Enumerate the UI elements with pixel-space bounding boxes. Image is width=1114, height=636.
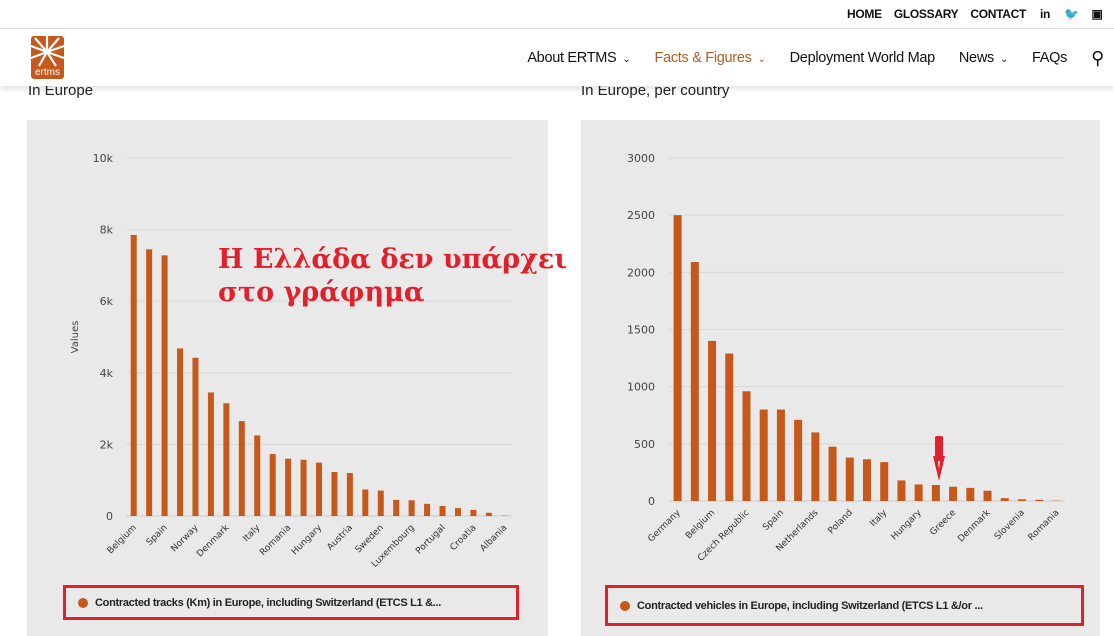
x-tick-label: Italy bbox=[868, 508, 889, 529]
legend-label: Contracted tracks (Km) in Europe, includ… bbox=[95, 596, 442, 609]
bar bbox=[880, 462, 889, 501]
chevron-down-icon: ⌄ bbox=[757, 54, 766, 65]
bar bbox=[914, 484, 923, 501]
bar bbox=[1035, 499, 1044, 501]
x-tick-label: Slovenia bbox=[993, 508, 1027, 542]
search-icon[interactable]: ⚲ bbox=[1091, 48, 1104, 69]
logo-text: ertms bbox=[35, 67, 60, 78]
y-tick-label: 3000 bbox=[627, 152, 655, 165]
x-tick-label: Belgium bbox=[684, 508, 717, 541]
bar bbox=[897, 480, 906, 501]
nav-label: About ERTMS bbox=[527, 50, 617, 66]
annotation-line-2: στο γράφημα bbox=[218, 277, 425, 308]
bar bbox=[983, 490, 992, 501]
greek-annotation: Η Ελλάδα δεν υπάρχει στο γράφημα bbox=[218, 243, 567, 309]
y-tick-label: 500 bbox=[634, 438, 655, 451]
annotation-line-1: Η Ελλάδα δεν υπάρχει bbox=[218, 244, 568, 275]
x-tick-label: Spain bbox=[761, 508, 786, 533]
legend-label: Contracted vehicles in Europe, including… bbox=[637, 599, 983, 612]
vehicles-legend[interactable]: Contracted vehicles in Europe, including… bbox=[605, 585, 1084, 626]
nav-label: Facts & Figures bbox=[654, 50, 752, 66]
legend-dot bbox=[78, 597, 88, 608]
ertms-logo[interactable]: ertms bbox=[31, 36, 64, 79]
bar bbox=[742, 391, 751, 501]
bar bbox=[690, 262, 699, 501]
bar bbox=[863, 459, 871, 501]
tracks-legend[interactable]: Contracted tracks (Km) in Europe, includ… bbox=[63, 585, 519, 620]
bar bbox=[811, 432, 820, 501]
bar bbox=[931, 484, 940, 501]
x-tick-label: Romania bbox=[1027, 508, 1062, 543]
nav-about-ertms[interactable]: About ERTMS ⌄ bbox=[527, 50, 631, 66]
main-nav: ertms About ERTMS ⌄ Facts & Figures ⌄ Depl… bbox=[0, 30, 1114, 86]
y-tick-label: 0 bbox=[648, 495, 655, 508]
bar bbox=[708, 340, 717, 501]
nav-news[interactable]: News ⌄ bbox=[959, 50, 1008, 66]
vehicles-chart: 050010001500200025003000Germany BelgiumCz… bbox=[627, 152, 1065, 564]
chevron-down-icon: ⌄ bbox=[622, 54, 631, 65]
bar bbox=[725, 353, 734, 501]
x-tick-label: Poland bbox=[827, 508, 855, 536]
nav-label: FAQs bbox=[1032, 50, 1068, 66]
chevron-down-icon: ⌄ bbox=[999, 54, 1009, 65]
y-tick-label: 1500 bbox=[627, 324, 655, 337]
y-tick-label: 1000 bbox=[627, 381, 655, 394]
y-tick-label: 2000 bbox=[627, 266, 655, 279]
nav-deployment-world-map[interactable]: Deployment World Map bbox=[789, 50, 936, 66]
bar bbox=[776, 409, 785, 501]
bar bbox=[845, 457, 854, 501]
bar bbox=[759, 409, 768, 501]
nav-facts-figures[interactable]: Facts & Figures ⌄ bbox=[655, 50, 766, 66]
bar bbox=[949, 486, 958, 501]
bar bbox=[1000, 498, 1009, 501]
nav-label: Deployment World Map bbox=[789, 50, 936, 66]
x-tick-label: Germany bbox=[646, 508, 683, 545]
bar bbox=[1017, 499, 1026, 501]
bar bbox=[828, 446, 837, 501]
bar bbox=[966, 487, 975, 501]
x-tick-label: Hungary bbox=[890, 508, 925, 543]
bar bbox=[673, 215, 682, 501]
bar bbox=[794, 419, 803, 501]
y-tick-label: 2500 bbox=[627, 209, 655, 222]
red-arrow-annotation-icon bbox=[933, 436, 945, 481]
nav-faqs[interactable]: FAQs bbox=[1032, 50, 1067, 66]
legend-dot bbox=[620, 600, 630, 611]
x-tick-label: Greece bbox=[928, 508, 958, 538]
x-tick-label: Denmark bbox=[956, 507, 993, 544]
nav-label: News bbox=[958, 50, 994, 66]
